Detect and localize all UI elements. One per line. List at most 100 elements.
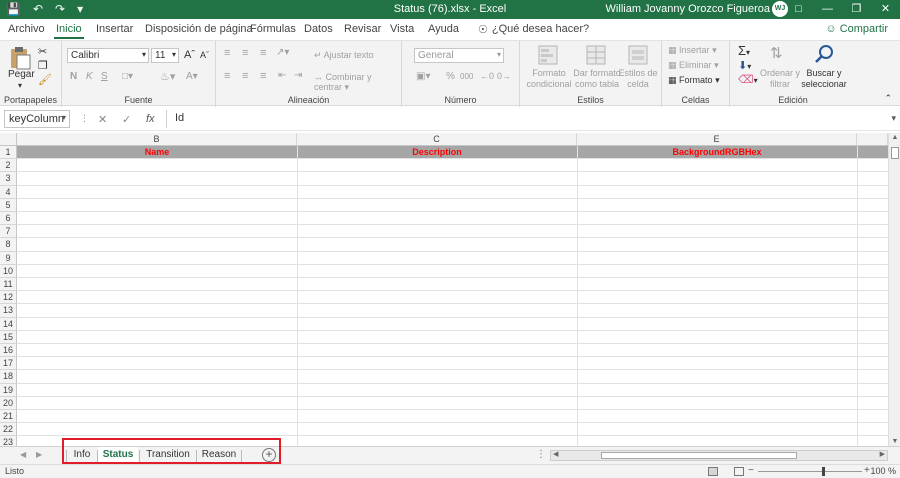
- page-layout-view-icon[interactable]: [734, 467, 744, 476]
- increase-decimal-icon[interactable]: ←0: [480, 71, 494, 81]
- scroll-right-icon[interactable]: ▶: [880, 450, 885, 458]
- column-header-next[interactable]: [857, 133, 888, 146]
- row-header[interactable]: 23: [0, 436, 17, 446]
- share-button[interactable]: ☺ Compartir: [825, 23, 888, 35]
- align-top-icon[interactable]: ≡: [224, 47, 230, 59]
- row-header[interactable]: 21: [0, 410, 17, 424]
- minimize-icon[interactable]: —: [813, 0, 842, 19]
- row-header[interactable]: 19: [0, 383, 17, 397]
- align-left-icon[interactable]: ≡: [224, 70, 230, 82]
- name-box[interactable]: keyColumn ▾: [4, 110, 70, 128]
- sort-filter-icon[interactable]: ⇅: [770, 44, 783, 62]
- tab-insertar[interactable]: Insertar: [96, 23, 133, 35]
- tab-archivo[interactable]: Archivo: [8, 23, 45, 35]
- row-header[interactable]: 1: [0, 146, 17, 160]
- column-header-c[interactable]: C: [297, 133, 577, 146]
- horizontal-scrollbar[interactable]: ◀ ▶: [550, 450, 888, 461]
- tab-disposicion[interactable]: Disposición de página: [145, 23, 253, 35]
- conditional-format-button[interactable]: Formato condicional: [524, 68, 574, 90]
- find-icon[interactable]: [814, 44, 834, 64]
- increase-font-icon[interactable]: Aˆ: [184, 49, 195, 61]
- row-header[interactable]: 13: [0, 304, 17, 318]
- vertical-scroll-thumb[interactable]: [891, 147, 899, 159]
- sheet-tab-transition[interactable]: Transition: [141, 447, 195, 464]
- cell-c1[interactable]: Description: [297, 146, 577, 159]
- insert-function-button[interactable]: fx: [146, 113, 155, 125]
- clear-icon[interactable]: ⌫▾: [738, 73, 758, 86]
- row-header[interactable]: 14: [0, 317, 17, 331]
- row-header[interactable]: 16: [0, 344, 17, 358]
- row-header[interactable]: 17: [0, 357, 17, 371]
- row-header[interactable]: 10: [0, 264, 17, 278]
- zoom-slider-knob[interactable]: [822, 467, 825, 476]
- copy-icon[interactable]: ❐: [38, 59, 48, 72]
- sheet-tab-status[interactable]: Status: [98, 447, 138, 464]
- row-header[interactable]: 5: [0, 198, 17, 212]
- normal-view-icon[interactable]: [708, 467, 718, 476]
- prev-sheet-icon[interactable]: ◀: [20, 450, 26, 459]
- format-cells-button[interactable]: ▦ Formato ▾: [668, 75, 720, 86]
- column-header-b[interactable]: B: [17, 133, 297, 146]
- borders-icon[interactable]: □▾: [122, 71, 133, 82]
- font-name-select[interactable]: Calibri ▾: [67, 48, 149, 63]
- cell-styles-button[interactable]: Estilos de celda: [618, 68, 658, 90]
- user-name[interactable]: William Jovanny Orozco Figueroa: [606, 3, 770, 15]
- format-painter-icon[interactable]: 🖌: [38, 73, 52, 86]
- wrap-text-button[interactable]: ↵ Ajustar texto: [314, 50, 374, 61]
- font-size-select[interactable]: 11 ▾: [151, 48, 179, 63]
- scroll-down-icon[interactable]: ▼: [889, 438, 900, 445]
- collapse-ribbon-icon[interactable]: ⌃: [884, 93, 892, 104]
- tab-inicio[interactable]: Inicio: [54, 23, 84, 39]
- italic-button[interactable]: K: [86, 71, 93, 82]
- fill-icon[interactable]: ⬇▾: [738, 59, 751, 72]
- comma-style-button[interactable]: 000: [460, 72, 473, 81]
- format-as-table-button[interactable]: Dar formato como tabla: [572, 68, 622, 90]
- zoom-slider-track[interactable]: [758, 471, 862, 472]
- new-sheet-icon[interactable]: +: [262, 448, 276, 462]
- row-header[interactable]: 3: [0, 172, 17, 186]
- tab-vista[interactable]: Vista: [390, 23, 414, 35]
- row-header[interactable]: 12: [0, 291, 17, 305]
- format-as-table-icon[interactable]: [586, 45, 606, 65]
- row-header[interactable]: 9: [0, 251, 17, 265]
- cancel-icon[interactable]: ✕: [98, 113, 107, 126]
- bold-button[interactable]: N: [70, 71, 77, 82]
- zoom-level[interactable]: 100 %: [870, 466, 896, 476]
- horizontal-scroll-thumb[interactable]: [601, 452, 797, 459]
- paste-button[interactable]: Pegar: [8, 69, 35, 80]
- conditional-format-icon[interactable]: [538, 45, 558, 65]
- next-sheet-icon[interactable]: ▶: [36, 450, 42, 459]
- find-select-button[interactable]: Buscar y seleccionar: [798, 68, 850, 90]
- underline-button[interactable]: S: [101, 71, 108, 82]
- row-header[interactable]: 18: [0, 370, 17, 384]
- restore-icon[interactable]: ❐: [842, 0, 871, 19]
- percent-button[interactable]: %: [446, 71, 455, 82]
- zoom-in-icon[interactable]: +: [864, 465, 870, 476]
- tell-me-search[interactable]: ☉ ¿Qué desea hacer?: [478, 23, 589, 36]
- tab-formulas[interactable]: Fórmulas: [250, 23, 296, 35]
- merge-center-button[interactable]: ↔ Combinar y centrar ▾: [314, 72, 401, 93]
- paste-dropdown-icon[interactable]: ▾: [18, 81, 22, 90]
- scroll-up-icon[interactable]: ▲: [889, 134, 900, 141]
- row-header[interactable]: 11: [0, 278, 17, 292]
- row-header[interactable]: 2: [0, 159, 17, 173]
- tab-datos[interactable]: Datos: [304, 23, 333, 35]
- tab-ayuda[interactable]: Ayuda: [428, 23, 459, 35]
- row-header[interactable]: 6: [0, 212, 17, 226]
- align-right-icon[interactable]: ≡: [260, 70, 266, 82]
- row-header[interactable]: 15: [0, 330, 17, 344]
- tab-split-handle-icon[interactable]: ⋮: [536, 449, 546, 460]
- row-header[interactable]: 22: [0, 423, 17, 437]
- decrease-indent-icon[interactable]: ⇤: [278, 70, 286, 81]
- number-format-select[interactable]: General ▾: [414, 48, 504, 63]
- row-header[interactable]: 8: [0, 238, 17, 252]
- align-middle-icon[interactable]: ≡: [242, 47, 248, 59]
- delete-cells-button[interactable]: ▦ Eliminar ▾: [668, 60, 719, 71]
- orientation-icon[interactable]: ↗▾: [276, 47, 289, 58]
- paste-icon[interactable]: [9, 46, 31, 70]
- decrease-decimal-icon[interactable]: 0→: [497, 71, 511, 81]
- align-bottom-icon[interactable]: ≡: [260, 47, 266, 59]
- currency-icon[interactable]: ▣▾: [416, 71, 430, 82]
- sort-filter-button[interactable]: Ordenar y filtrar: [758, 68, 802, 90]
- row-header[interactable]: 4: [0, 185, 17, 199]
